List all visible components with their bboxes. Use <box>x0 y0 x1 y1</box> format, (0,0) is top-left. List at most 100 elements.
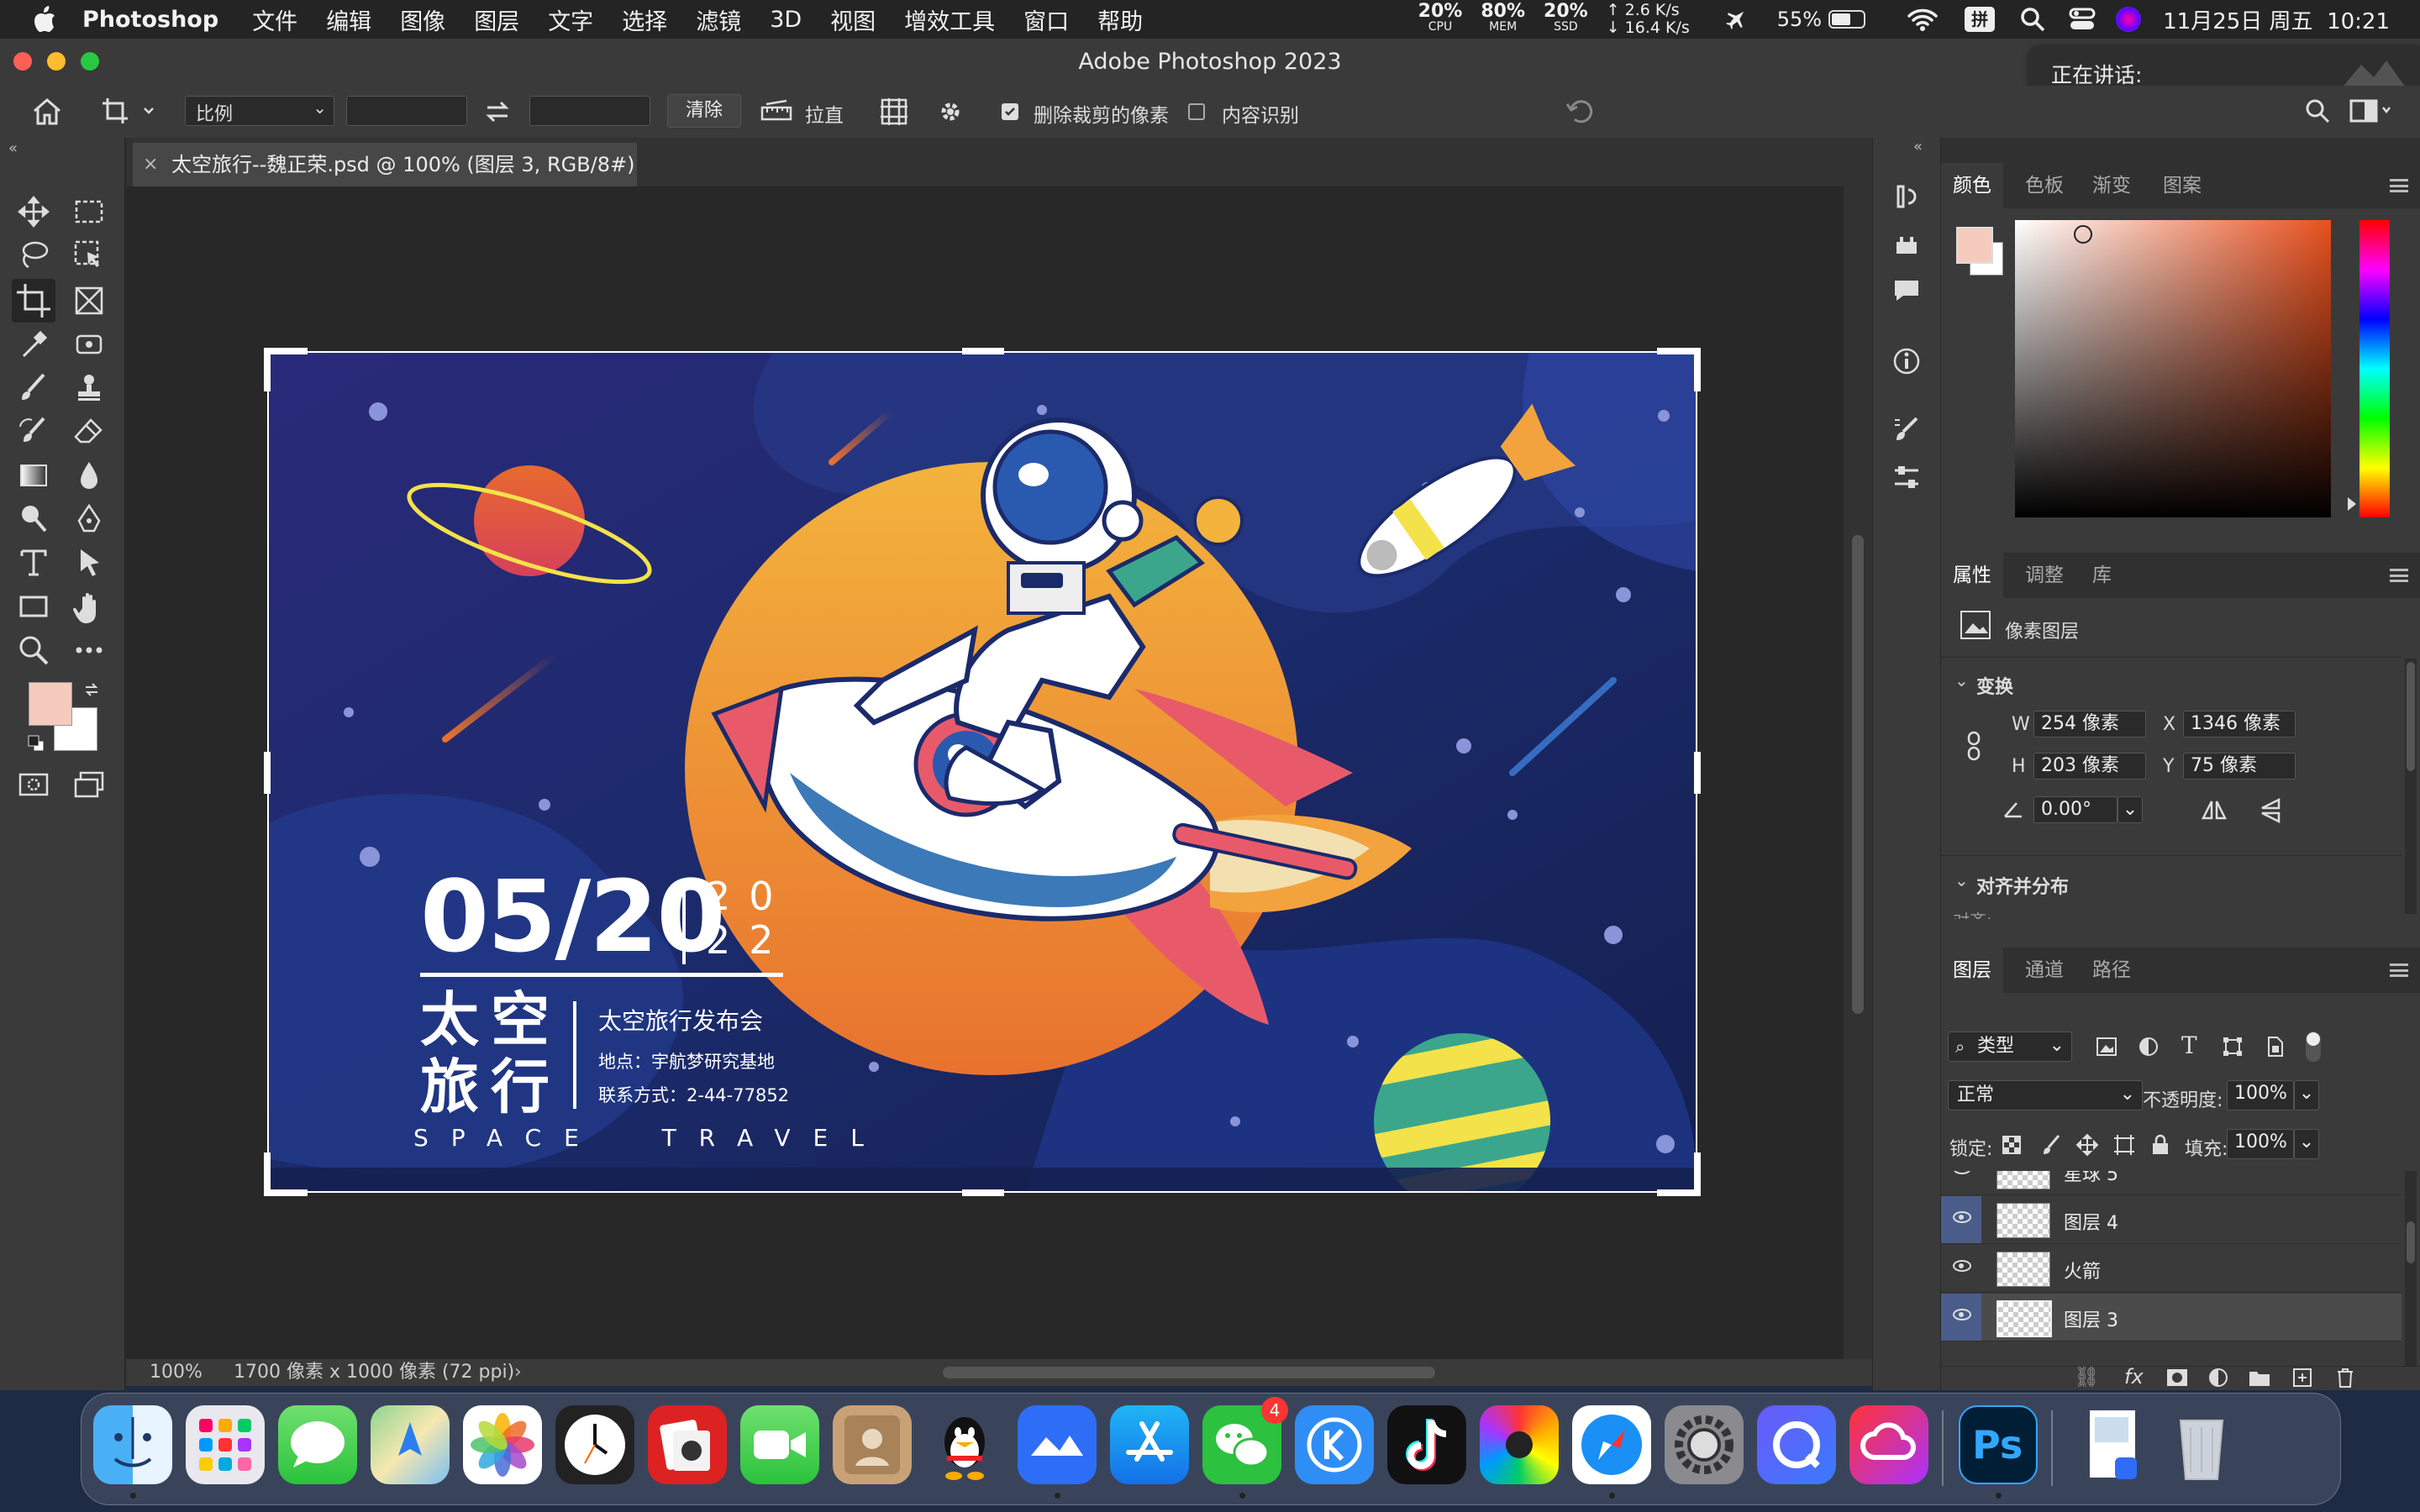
crop-handle-left[interactable] <box>264 752 271 794</box>
eye-icon[interactable] <box>1953 1171 1971 1174</box>
maps-icon[interactable] <box>371 1405 450 1484</box>
crop-handle-top-right[interactable] <box>1657 348 1701 391</box>
zoom-level[interactable]: 100% <box>150 1359 203 1386</box>
angle-dropdown[interactable]: ⌄ <box>2118 796 2143 823</box>
chevron-down-icon[interactable]: ⌄ <box>1954 870 1969 890</box>
app-store-icon[interactable] <box>1110 1405 1189 1484</box>
menu-plugins[interactable]: 增效工具 <box>904 3 995 36</box>
angle-field[interactable]: 0.00° <box>2033 796 2118 823</box>
clear-button[interactable]: 清除 <box>667 94 741 128</box>
path-select-tool-icon[interactable] <box>72 546 106 580</box>
marquee-tool-icon[interactable] <box>72 195 106 228</box>
history-panel-icon[interactable] <box>1891 181 1922 212</box>
straighten-label[interactable]: 拉直 <box>805 99 844 128</box>
swap-icon[interactable] <box>484 99 511 124</box>
horizontal-scroll-thumb[interactable] <box>943 1367 1435 1378</box>
delete-cropped-label[interactable]: 删除裁剪的像素 <box>1034 99 1169 128</box>
grid-overlay-icon[interactable] <box>879 97 909 127</box>
panel-menu-icon[interactable] <box>2390 963 2408 977</box>
document-info[interactable]: 1700 像素 x 1000 像素 (72 ppi) <box>234 1359 514 1386</box>
more-tools-icon[interactable] <box>72 633 106 667</box>
add-mask-icon[interactable] <box>2166 1368 2188 1387</box>
menu-help[interactable]: 帮助 <box>1097 3 1143 36</box>
network-stat[interactable]: ↑ 2.6 K/s ↓ 16.4 K/s <box>1607 2 1690 37</box>
screen-mode-icon[interactable] <box>72 768 106 801</box>
foreground-color-swatch[interactable] <box>29 682 72 726</box>
history-brush-tool-icon[interactable] <box>17 415 50 449</box>
clock-icon[interactable] <box>555 1405 634 1484</box>
menu-edit[interactable]: 编辑 <box>326 3 371 36</box>
plugins-panel-icon[interactable] <box>1891 230 1922 260</box>
frame-tool-icon[interactable] <box>72 284 106 318</box>
eyedropper-tool-icon[interactable] <box>17 328 50 361</box>
filter-pixel-icon[interactable] <box>2096 1037 2118 1057</box>
new-layer-icon[interactable] <box>2292 1368 2312 1388</box>
tab-layers[interactable]: 图层 <box>1941 948 2003 993</box>
datetime[interactable]: 11月25日 周五 10:21 <box>2163 4 2390 35</box>
lock-artboard-icon[interactable] <box>2112 1133 2136 1157</box>
default-colors-icon[interactable] <box>27 734 45 753</box>
filter-type-icon[interactable]: T <box>2181 1032 2197 1059</box>
lark-icon[interactable] <box>1018 1405 1097 1484</box>
crop-handle-bottom-right[interactable] <box>1657 1152 1701 1196</box>
gradient-tool-icon[interactable] <box>17 459 50 492</box>
contacts-icon[interactable] <box>833 1405 912 1484</box>
fill-dropdown[interactable]: ⌄ <box>2294 1129 2319 1159</box>
zoom-tool-icon[interactable] <box>17 633 50 667</box>
search-icon[interactable] <box>2020 7 2045 32</box>
link-icon[interactable] <box>1965 731 1983 761</box>
menu-select[interactable]: 选择 <box>622 3 667 36</box>
dodge-tool-icon[interactable] <box>17 502 50 536</box>
fx-icon[interactable]: fx <box>2124 1365 2144 1389</box>
safari-icon[interactable] <box>1572 1405 1651 1484</box>
qq-icon[interactable] <box>925 1405 1004 1484</box>
finder-icon[interactable] <box>93 1405 172 1484</box>
crop-handle-bottom-left[interactable] <box>264 1152 308 1196</box>
opacity-dropdown[interactable]: ⌄ <box>2294 1080 2319 1110</box>
panel-menu-icon[interactable] <box>2390 569 2408 582</box>
menu-view[interactable]: 视图 <box>830 3 876 36</box>
eye-icon[interactable] <box>1953 1309 1971 1320</box>
layer-row[interactable]: 火箭 <box>1941 1245 2402 1293</box>
fill-field[interactable]: 100% <box>2227 1129 2294 1159</box>
control-center-icon[interactable] <box>2069 7 2096 32</box>
hue-slider-thumb[interactable] <box>2348 497 2356 511</box>
messages-icon[interactable] <box>278 1405 357 1484</box>
info-panel-icon[interactable] <box>1891 346 1922 376</box>
app-menu[interactable]: Photoshop <box>82 7 218 33</box>
input-method-badge[interactable]: 拼 <box>1965 7 1996 32</box>
panel-menu-icon[interactable] <box>2390 179 2408 192</box>
quark-icon[interactable] <box>1757 1405 1836 1484</box>
battery-icon[interactable] <box>1828 10 1866 29</box>
crop-tool-icon[interactable] <box>12 279 55 323</box>
layer-row[interactable]: 星球 5 <box>1941 1171 2402 1195</box>
document-tab[interactable]: × 太空旅行--魏正荣.psd @ 100% (图层 3, RGB/8#) <box>133 143 637 186</box>
tab-patterns[interactable]: 图案 <box>2163 163 2202 208</box>
menu-type[interactable]: 文字 <box>548 3 593 36</box>
lock-all-icon[interactable] <box>2151 1134 2170 1156</box>
blur-tool-icon[interactable] <box>72 459 106 492</box>
tab-color[interactable]: 颜色 <box>1941 163 2003 208</box>
apple-icon[interactable] <box>32 5 57 34</box>
opacity-field[interactable]: 100% <box>2227 1080 2294 1110</box>
new-group-icon[interactable] <box>2249 1368 2270 1387</box>
close-tab-icon[interactable]: × <box>143 143 158 186</box>
stamp-tool-icon[interactable] <box>72 371 106 405</box>
layer-row-selected[interactable]: 图层 3 <box>1941 1294 2402 1341</box>
siri-icon[interactable] <box>2116 7 2142 32</box>
tab-swatches[interactable]: 色板 <box>2025 163 2064 208</box>
creative-cloud-icon[interactable] <box>1849 1405 1928 1484</box>
airplane-icon[interactable] <box>1723 7 1749 32</box>
adjustments-panel-icon[interactable] <box>1891 462 1922 492</box>
filter-shape-icon[interactable] <box>2222 1036 2244 1058</box>
nova-icon[interactable] <box>1480 1405 1559 1484</box>
menu-file[interactable]: 文件 <box>252 3 297 36</box>
vertical-scrollbar[interactable] <box>1844 186 1872 1359</box>
wifi-icon[interactable] <box>1907 8 1938 31</box>
layer-row[interactable]: 图层 4 <box>1941 1196 2402 1244</box>
gear-icon[interactable] <box>936 97 965 126</box>
align-section-label[interactable]: 对齐并分布 <box>1976 872 2069 899</box>
tab-adjustments[interactable]: 调整 <box>2025 553 2064 598</box>
ssd-stat[interactable]: 20% SSD <box>1544 3 1588 35</box>
crop-width-input[interactable] <box>346 96 467 126</box>
